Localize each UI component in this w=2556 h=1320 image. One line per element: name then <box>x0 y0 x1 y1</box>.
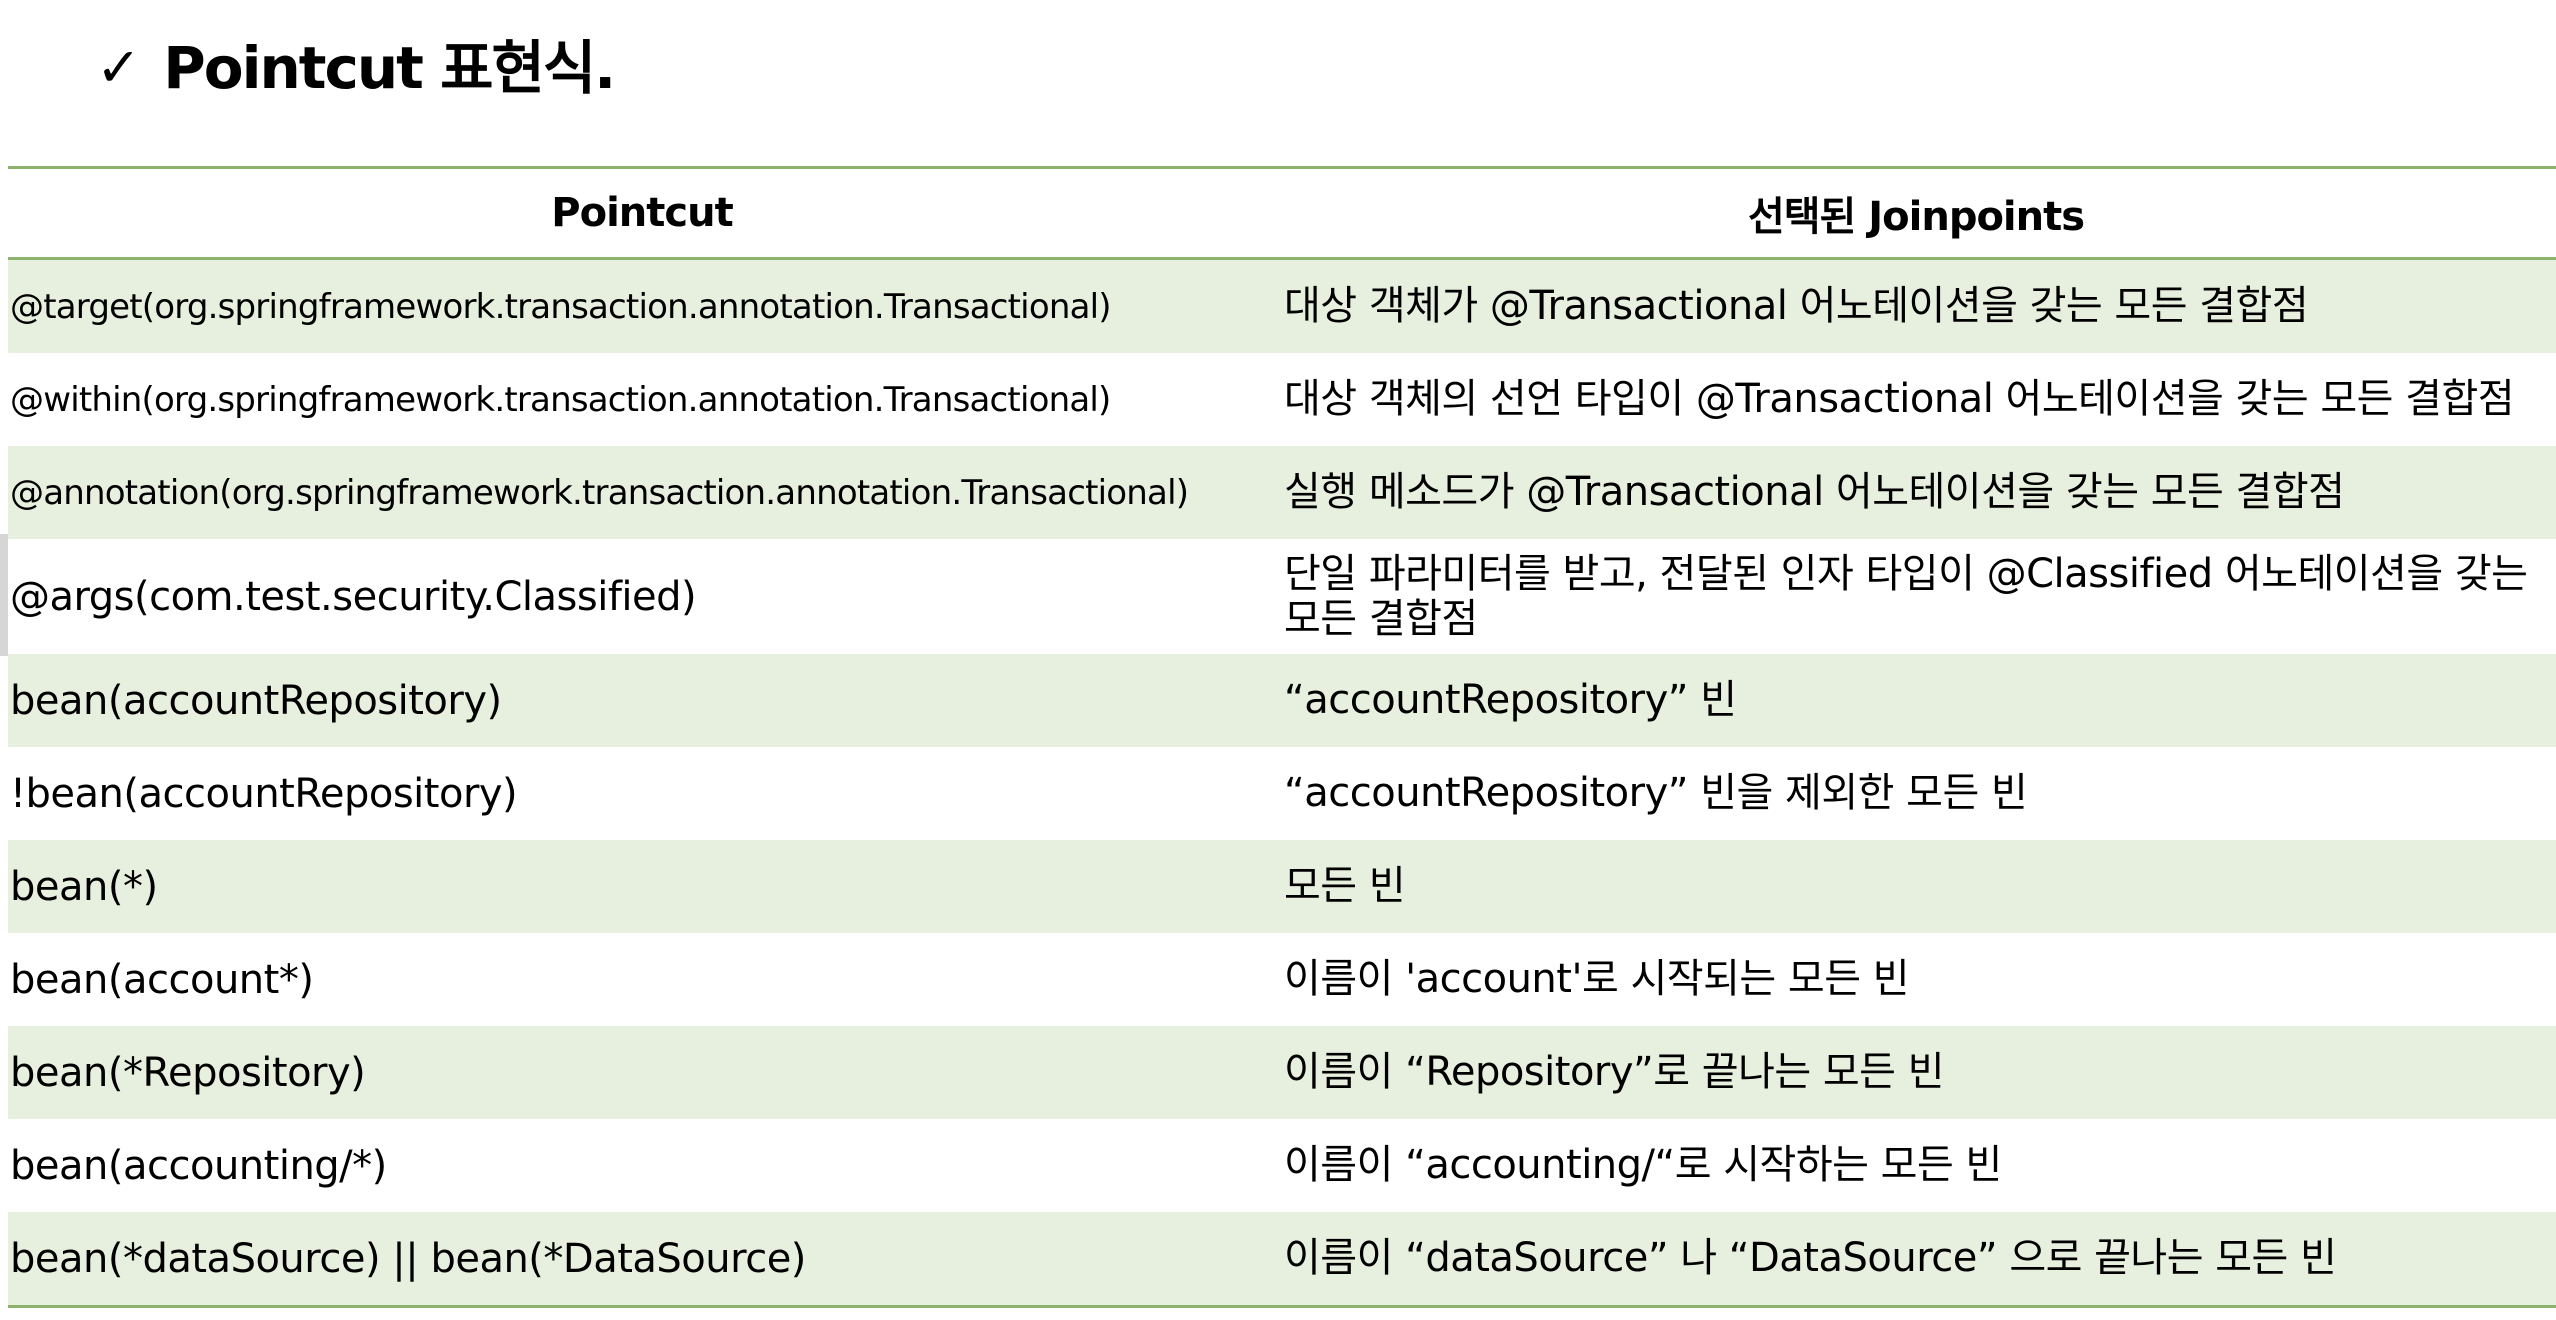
joinpoint-description: “accountRepository” 빈 <box>1284 677 1737 724</box>
table-row: bean(account*) 이름이 'account'로 시작되는 모든 빈 <box>8 933 2556 1026</box>
pointcut-expression: bean(account*) <box>10 956 314 1003</box>
joinpoint-description: 단일 파라미터를 받고, 전달된 인자 타입이 @Classified 어노테이… <box>1284 550 2528 642</box>
pointcut-expression: @args(com.test.security.Classified) <box>10 573 697 620</box>
pointcut-expression: bean(*dataSource) || bean(*DataSource) <box>10 1235 806 1282</box>
pointcut-expression: bean(*Repository) <box>10 1049 366 1096</box>
joinpoint-description: 이름이 “Repository”로 끝나는 모든 빈 <box>1284 1049 1945 1096</box>
slide-title: ✓ Pointcut 표현식. <box>96 20 616 116</box>
table-row: @target(org.springframework.transaction.… <box>8 258 2556 353</box>
table-row: @args(com.test.security.Classified) 단일 파… <box>8 539 2556 654</box>
table-row: bean(*dataSource) || bean(*DataSource) 이… <box>8 1212 2556 1307</box>
pointcut-table: Pointcut 선택된 Joinpoints @target(org.spri… <box>8 166 2556 1308</box>
joinpoint-description: 모든 빈 <box>1284 863 1406 910</box>
joinpoint-description: 대상 객체의 선언 타입이 @Transactional 어노테이션을 갖는 모… <box>1284 376 2515 423</box>
joinpoint-description: 실행 메소드가 @Transactional 어노테이션을 갖는 모든 결합점 <box>1284 469 2345 516</box>
page-title: Pointcut 표현식. <box>163 34 616 102</box>
pointcut-expression: @within(org.springframework.transaction.… <box>10 379 1111 420</box>
joinpoint-description: 이름이 “accounting/“로 시작하는 모든 빈 <box>1284 1142 2002 1189</box>
pointcut-expression: bean(*) <box>10 863 158 910</box>
table-header-row: Pointcut 선택된 Joinpoints <box>8 167 2556 259</box>
joinpoint-description: 대상 객체가 @Transactional 어노테이션을 갖는 모든 결합점 <box>1284 283 2309 330</box>
table-row: bean(accounting/*) 이름이 “accounting/“로 시작… <box>8 1119 2556 1212</box>
table-row: @annotation(org.springframework.transact… <box>8 446 2556 539</box>
pointcut-expression: @annotation(org.springframework.transact… <box>10 472 1189 513</box>
pointcut-expression: @target(org.springframework.transaction.… <box>10 286 1112 327</box>
pointcut-expression: bean(accountRepository) <box>10 677 502 724</box>
table-row: bean(*) 모든 빈 <box>8 840 2556 933</box>
column-header-pointcut: Pointcut <box>551 190 733 236</box>
table-row: bean(accountRepository) “accountReposito… <box>8 654 2556 747</box>
table-row: !bean(accountRepository) “accountReposit… <box>8 747 2556 840</box>
joinpoint-description: 이름이 'account'로 시작되는 모든 빈 <box>1284 956 1910 1003</box>
table-row: bean(*Repository) 이름이 “Repository”로 끝나는 … <box>8 1026 2556 1119</box>
check-mark-icon: ✓ <box>96 36 142 99</box>
pointcut-expression: bean(accounting/*) <box>10 1142 387 1189</box>
column-header-joinpoints: 선택된 Joinpoints <box>1747 194 2085 240</box>
slide-page: ✓ Pointcut 표현식. Pointcut 선택된 Joinpoints … <box>0 0 2556 1320</box>
table-row: @within(org.springframework.transaction.… <box>8 353 2556 446</box>
joinpoint-description: 이름이 “dataSource” 나 “DataSource” 으로 끝나는 모… <box>1284 1235 2337 1282</box>
joinpoint-description: “accountRepository” 빈을 제외한 모든 빈 <box>1284 770 2028 817</box>
pointcut-expression: !bean(accountRepository) <box>10 770 518 817</box>
